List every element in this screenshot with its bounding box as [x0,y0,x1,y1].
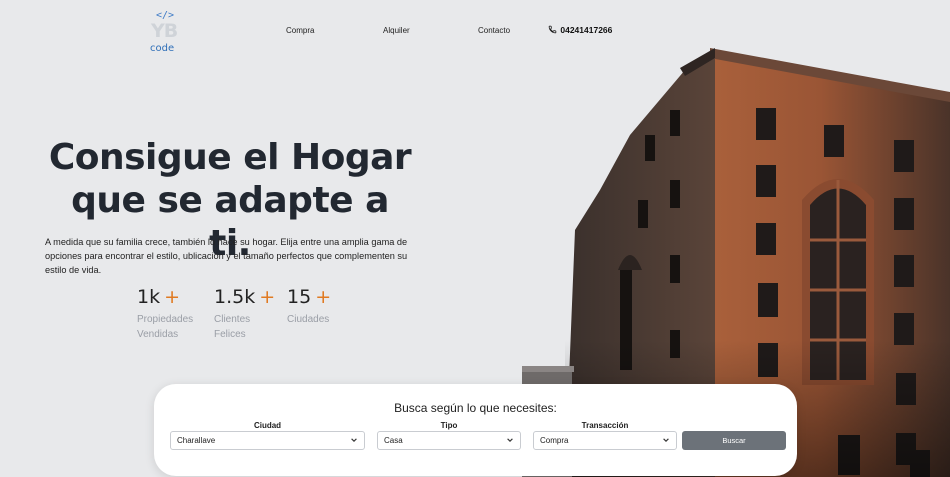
nav-link-compra[interactable]: Compra [286,26,314,35]
search-button[interactable]: Buscar [682,431,786,450]
logo-text: code [150,43,175,54]
stat-label: Ciudades [287,314,330,325]
nav-link-contacto[interactable]: Contacto [478,26,510,35]
tipo-select[interactable]: Casa [377,431,521,450]
stat-label: Propiedades [137,314,194,325]
phone-icon [548,25,560,35]
stat-value: 1k [137,286,161,308]
stat-label: Felices [214,329,246,340]
transaccion-value: Compra [540,436,569,445]
stat-value: 1.5k [214,286,256,308]
stat-ciudades: 15 + Ciudades [287,286,331,327]
hero-title-line-1: Consigue el Hogar [48,137,412,178]
stat-label: Clientes [214,314,251,325]
stat-propiedades: 1k + Propiedades Vendidas [137,286,193,342]
logo[interactable]: </> YB code [148,9,180,55]
phone-link[interactable]: 04241417266 [548,25,612,35]
chevron-down-icon [506,436,514,446]
chevron-down-icon [662,436,670,446]
stat-plus: + [259,286,276,308]
search-card: Busca según lo que necesites: Ciudad Tip… [154,384,797,476]
ciudad-select[interactable]: Charallave [170,431,365,450]
ciudad-label: Ciudad [253,421,282,430]
ciudad-value: Charallave [177,436,216,445]
stat-label: Vendidas [137,329,179,340]
phone-number: 04241417266 [560,25,613,35]
stat-value: 15 [287,286,312,308]
tipo-label: Tipo [440,421,458,430]
stat-clientes: 1.5k + Clientes Felices [214,286,275,342]
logo-letters: YB [151,20,178,42]
stat-plus: + [164,286,181,308]
hero-description: A medida que su familia crece, también l… [45,237,408,275]
nav-link-alquiler[interactable]: Alquiler [383,26,410,35]
transaccion-label: Transacción [581,421,629,430]
chevron-down-icon [350,436,358,446]
stat-plus: + [315,286,332,308]
search-title: Busca según lo que necesites: [394,401,557,415]
transaccion-select[interactable]: Compra [533,431,677,450]
tipo-value: Casa [384,436,403,445]
